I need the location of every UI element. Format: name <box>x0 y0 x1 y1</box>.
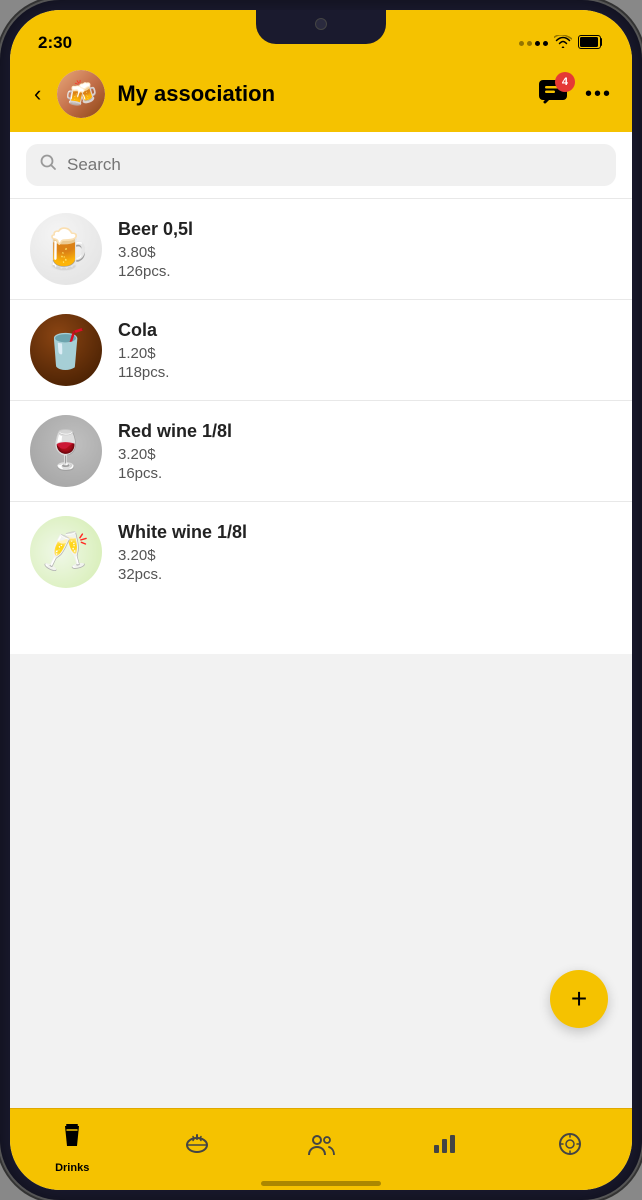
nav-item-stats[interactable] <box>383 1109 507 1180</box>
more-button[interactable]: ••• <box>585 83 612 106</box>
drinks-list: Beer 0,5l 3.80$ 126pcs. Cola 1.20$ 118pc… <box>10 199 632 654</box>
phone-frame: 2:30 <box>0 0 642 1200</box>
item-name: Beer 0,5l <box>118 219 612 240</box>
bottom-nav: Drinks <box>10 1108 632 1190</box>
avatar-image <box>57 70 105 118</box>
item-name: Red wine 1/8l <box>118 421 612 442</box>
header: ‹ My association 4 ••• <box>10 62 632 132</box>
item-price: 3.20$ <box>118 547 612 564</box>
status-time: 2:30 <box>38 33 72 53</box>
beer-image <box>30 213 102 285</box>
page-title: My association <box>117 81 525 107</box>
cola-image <box>30 314 102 386</box>
screen: 2:30 <box>10 10 632 1190</box>
notification-badge: 4 <box>555 72 575 92</box>
status-icons <box>519 35 604 52</box>
redwine-image <box>30 415 102 487</box>
item-qty: 126pcs. <box>118 263 612 280</box>
main-content: Beer 0,5l 3.80$ 126pcs. Cola 1.20$ 118pc… <box>10 132 632 1108</box>
search-box[interactable] <box>26 144 616 186</box>
nav-item-people[interactable] <box>259 1109 383 1180</box>
item-info: White wine 1/8l 3.20$ 32pcs. <box>118 522 612 583</box>
header-actions: 4 ••• <box>537 78 612 111</box>
item-qty: 32pcs. <box>118 566 612 583</box>
battery-icon <box>578 35 604 52</box>
stats-nav-icon <box>432 1133 458 1161</box>
search-container <box>10 132 632 199</box>
item-info: Beer 0,5l 3.80$ 126pcs. <box>118 219 612 280</box>
back-button[interactable]: ‹ <box>30 77 45 111</box>
add-button[interactable]: + <box>550 970 608 1028</box>
signal-dots <box>519 41 548 46</box>
item-info: Red wine 1/8l 3.20$ 16pcs. <box>118 421 612 482</box>
item-qty: 16pcs. <box>118 465 612 482</box>
item-name: Cola <box>118 320 612 341</box>
food-nav-icon <box>184 1131 210 1163</box>
list-item[interactable]: Beer 0,5l 3.80$ 126pcs. <box>10 199 632 300</box>
item-qty: 118pcs. <box>118 364 612 381</box>
people-nav-icon <box>307 1133 335 1161</box>
search-input[interactable] <box>67 155 602 175</box>
messages-button[interactable]: 4 <box>537 78 569 111</box>
list-item[interactable]: Red wine 1/8l 3.20$ 16pcs. <box>10 401 632 502</box>
dot3 <box>535 41 540 46</box>
list-item[interactable]: White wine 1/8l 3.20$ 32pcs. <box>10 502 632 602</box>
wifi-icon <box>554 35 572 52</box>
item-price: 3.20$ <box>118 446 612 463</box>
home-indicator <box>261 1181 381 1186</box>
gray-area: + <box>10 654 632 1109</box>
search-icon <box>40 154 57 176</box>
item-price: 1.20$ <box>118 345 612 362</box>
dot1 <box>519 41 524 46</box>
settings-nav-icon <box>558 1132 582 1162</box>
nav-item-food[interactable] <box>134 1109 258 1180</box>
list-item[interactable]: Cola 1.20$ 118pcs. <box>10 300 632 401</box>
camera <box>315 18 327 30</box>
nav-label-drinks: Drinks <box>55 1162 89 1174</box>
dot4 <box>543 41 548 46</box>
item-price: 3.80$ <box>118 244 612 261</box>
nav-item-settings[interactable] <box>508 1109 632 1180</box>
whitewine-image <box>30 516 102 588</box>
drinks-nav-icon <box>60 1124 84 1158</box>
notch <box>256 10 386 44</box>
item-info: Cola 1.20$ 118pcs. <box>118 320 612 381</box>
item-name: White wine 1/8l <box>118 522 612 543</box>
nav-item-drinks[interactable]: Drinks <box>10 1109 134 1180</box>
avatar <box>57 70 105 118</box>
dot2 <box>527 41 532 46</box>
